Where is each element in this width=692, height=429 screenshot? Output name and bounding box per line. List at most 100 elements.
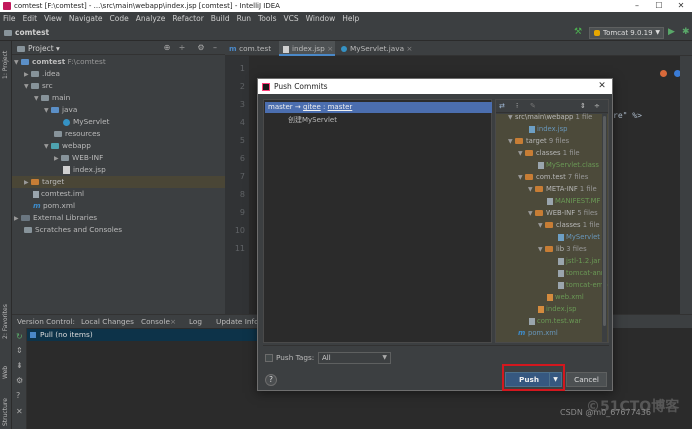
file-node-web-xml[interactable]: web.xml [547, 291, 584, 303]
minimize-icon[interactable]: – [626, 0, 648, 12]
tree-item-external-libraries[interactable]: ▶ External Libraries [14, 212, 97, 224]
file-node-com-test[interactable]: ▼ com.test 7 files [518, 171, 588, 183]
close-tab-icon[interactable]: × [327, 44, 333, 53]
structure-tool-label[interactable]: Structure [2, 398, 9, 426]
chevron-down-icon[interactable]: ▼ [549, 373, 561, 386]
tab-log[interactable]: Log [189, 316, 202, 328]
favorites-tool-label[interactable]: 2: Favorites [2, 304, 9, 339]
file-node-web-inf[interactable]: ▼ WEB-INF 5 files [528, 207, 598, 219]
file-node-myservlet-class[interactable]: MyServlet.class [538, 159, 599, 171]
tree-item-index-jsp[interactable]: index.jsp [63, 164, 106, 176]
file-node-jstl-jar[interactable]: jstl-1.2.jar [558, 255, 600, 267]
tab-index-jsp[interactable]: index.jsp × [279, 41, 335, 56]
maximize-icon[interactable]: ☐ [648, 0, 670, 12]
tree-item-src[interactable]: ▼ src [24, 80, 53, 92]
group-by-icon[interactable]: ⚙ [16, 376, 23, 385]
chrome-icon[interactable] [660, 70, 667, 77]
checkbox-icon[interactable] [265, 354, 273, 362]
file-node-tomcat-ann[interactable]: tomcat-ann [558, 267, 605, 279]
remote-name-link[interactable]: gitee [303, 103, 321, 111]
edit-source-icon[interactable]: ✎ [530, 102, 536, 111]
close-tab-icon[interactable]: × [170, 316, 176, 328]
push-tags-checkbox[interactable]: Push Tags: [265, 353, 314, 363]
help-icon[interactable]: ? [16, 391, 20, 400]
pull-result-row[interactable]: Pull (no items) [27, 329, 257, 341]
tab-local-changes[interactable]: Local Changes [81, 316, 134, 328]
file-node-target-index-jsp[interactable]: index.jsp [538, 303, 577, 315]
group-by-icon[interactable]: ⁝ [516, 102, 518, 111]
file-node-target[interactable]: ▼ target 9 files [508, 135, 569, 147]
web-tool-label[interactable]: Web [2, 366, 9, 379]
menu-help[interactable]: Help [342, 12, 359, 25]
collapse-all-icon[interactable]: ⇟ [16, 361, 23, 370]
branch-push-target[interactable]: master → gitee : master [265, 102, 492, 113]
menu-run[interactable]: Run [237, 12, 251, 25]
menu-code[interactable]: Code [110, 12, 129, 25]
tree-item-idea[interactable]: ▶ .idea [24, 68, 60, 80]
menu-analyze[interactable]: Analyze [136, 12, 166, 25]
build-hammer-icon[interactable]: ⚒ [574, 27, 582, 37]
project-view-select[interactable]: Project ▾ [17, 44, 60, 53]
file-node-myservlet[interactable]: MyServlet [558, 231, 600, 243]
tree-item-main[interactable]: ▼ main [34, 92, 70, 104]
breadcrumb[interactable]: comtest [4, 28, 49, 37]
file-node-manifest[interactable]: MANIFEST.MF [547, 195, 600, 207]
files-scrollbar[interactable] [602, 114, 607, 342]
file-node-classes[interactable]: ▼ classes 1 file [518, 147, 580, 159]
tree-item-comtest[interactable]: ▼ comtest F:\comtest [14, 56, 106, 68]
project-tool-label[interactable]: 1: Project [2, 51, 9, 79]
expand-all-icon[interactable]: ⇕ [580, 102, 586, 111]
file-node-index-jsp[interactable]: index.jsp [529, 123, 568, 135]
file-node-lib[interactable]: ▼ lib 3 files [538, 243, 587, 255]
run-configuration-select[interactable]: Tomcat 9.0.19 ▼ [589, 27, 664, 39]
expand-icon[interactable]: ⇕ [16, 346, 23, 355]
collapse-all-icon[interactable]: ÷ [594, 102, 600, 111]
menu-edit[interactable]: Edit [23, 12, 38, 25]
tab-myservlet-java[interactable]: MyServlet.java × [337, 41, 413, 56]
menu-view[interactable]: View [44, 12, 62, 25]
tree-item-resources[interactable]: resources [54, 128, 100, 140]
commit-item[interactable]: 创建MyServlet [288, 115, 337, 126]
gear-icon[interactable]: ⚙ [196, 43, 206, 53]
debug-icon[interactable]: ✱ [682, 27, 690, 37]
file-node-tomcat-emb[interactable]: tomcat-emb [558, 279, 608, 291]
menu-tools[interactable]: Tools [258, 12, 276, 25]
tree-item-webapp[interactable]: ▼ webapp [44, 140, 91, 152]
file-node-src-main-webapp[interactable]: ▼ src\main\webapp 1 file [508, 111, 592, 123]
tab-update-info[interactable]: Update Info [216, 316, 259, 328]
close-tab-icon[interactable]: × [406, 44, 412, 53]
close-dialog-icon[interactable]: ✕ [596, 79, 608, 94]
remote-branch-link[interactable]: master [328, 103, 353, 111]
file-node-web-inf-classes[interactable]: ▼ classes 1 file [538, 219, 600, 231]
show-diff-icon[interactable]: ⇄ [499, 102, 505, 111]
menu-file[interactable]: File [3, 12, 16, 25]
menu-vcs[interactable]: VCS [283, 12, 298, 25]
file-node-com-test-war[interactable]: com.test.war [529, 315, 581, 327]
menu-refactor[interactable]: Refactor [172, 12, 203, 25]
tab-console[interactable]: Console [141, 316, 170, 328]
tree-item-myservlet[interactable]: MyServlet [63, 116, 109, 128]
run-icon[interactable]: ▶ [668, 27, 675, 37]
tree-item-scratches[interactable]: Scratches and Consoles [24, 224, 122, 236]
cancel-button[interactable]: Cancel [566, 372, 607, 387]
refresh-icon[interactable]: ↻ [16, 332, 23, 341]
file-node-meta-inf[interactable]: ▼ META-INF 1 file [528, 183, 597, 195]
tree-item-web-inf[interactable]: ▶ WEB-INF [54, 152, 103, 164]
locate-icon[interactable]: ⊕ [162, 43, 172, 53]
menu-navigate[interactable]: Navigate [69, 12, 103, 25]
tree-item-target[interactable]: ▶ target [12, 176, 225, 188]
close-window-icon[interactable]: ✕ [670, 0, 692, 12]
tab-com-test[interactable]: m com.test × [225, 41, 277, 68]
collapse-icon[interactable]: ÷ [177, 43, 187, 53]
file-node-pom-xml[interactable]: m pom.xml [518, 327, 558, 339]
tree-item-pom-xml[interactable]: m pom.xml [33, 200, 75, 212]
menu-build[interactable]: Build [211, 12, 230, 25]
tree-item-java[interactable]: ▼ java [44, 104, 77, 116]
close-icon[interactable]: ✕ [16, 407, 23, 416]
menu-window[interactable]: Window [306, 12, 336, 25]
hide-panel-icon[interactable]: – [210, 43, 220, 53]
scrollbar-thumb[interactable] [603, 116, 606, 326]
push-button[interactable]: Push ▼ [505, 372, 562, 387]
push-tags-select[interactable]: All ▼ [318, 352, 391, 364]
help-button[interactable]: ? [265, 374, 277, 386]
